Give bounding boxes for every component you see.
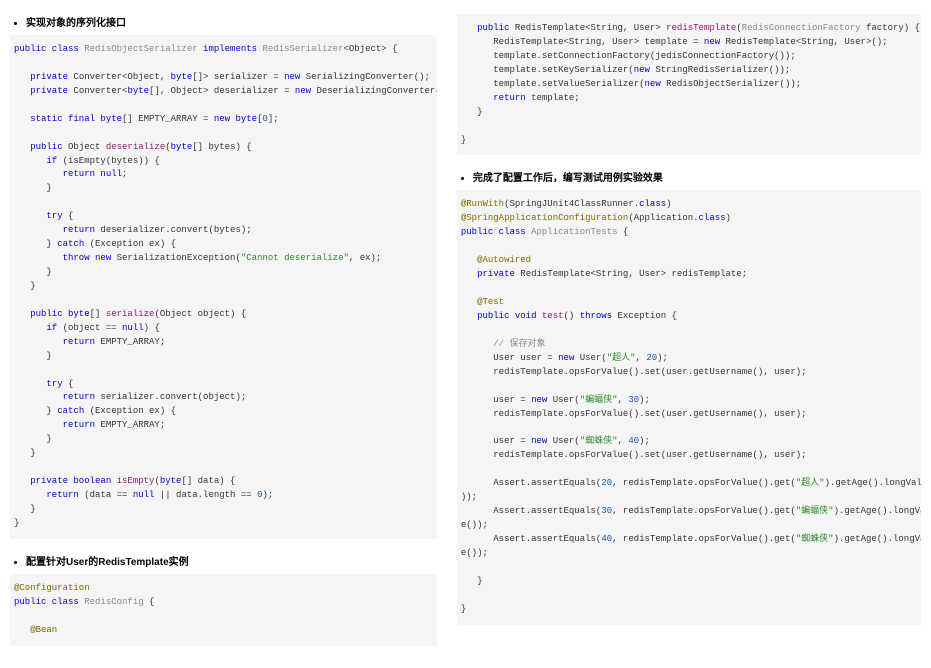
bullet-serializer: 实现对象的序列化接口: [26, 14, 437, 29]
code-block-config-cont: public RedisTemplate<String, User> redis…: [457, 14, 921, 155]
right-column: public RedisTemplate<String, User> redis…: [447, 0, 931, 668]
bullet-test: 完成了配置工作后，编写测试用例实验效果: [473, 169, 921, 184]
bullet-redistemplate: 配置针对User的RedisTemplate实例: [26, 553, 437, 568]
bullet-list-2: 配置针对User的RedisTemplate实例: [10, 553, 437, 568]
code-block-config: @Configuration public class RedisConfig …: [10, 574, 437, 646]
bullet-list-1: 实现对象的序列化接口: [10, 14, 437, 29]
code-block-test: @RunWith(SpringJUnit4ClassRunner.class) …: [457, 190, 921, 624]
bullet-list-3: 完成了配置工作后，编写测试用例实验效果: [457, 169, 921, 184]
page: 实现对象的序列化接口 public class RedisObjectSeria…: [0, 0, 931, 668]
code-block-serializer: public class RedisObjectSerializer imple…: [10, 35, 437, 539]
left-column: 实现对象的序列化接口 public class RedisObjectSeria…: [0, 0, 447, 668]
